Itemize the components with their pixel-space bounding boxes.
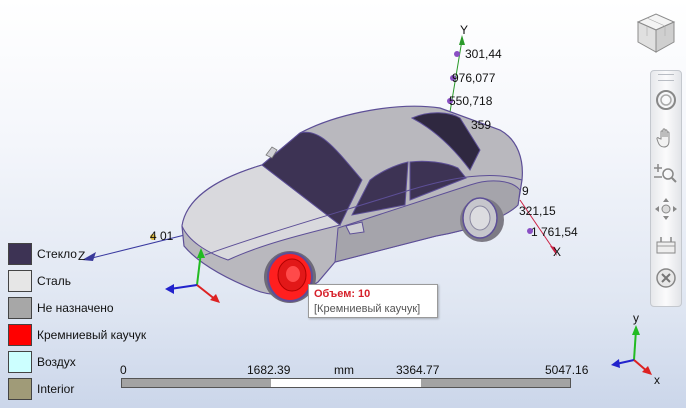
toolbar-grip[interactable] bbox=[658, 74, 674, 81]
scale-segment bbox=[122, 379, 271, 387]
y-tick-label: 301,44 bbox=[465, 47, 502, 61]
zoom-icon[interactable] bbox=[654, 161, 678, 185]
triad-x-label: x bbox=[654, 373, 660, 387]
car-model[interactable] bbox=[181, 105, 523, 303]
legend-swatch bbox=[8, 297, 32, 319]
y-axis-label: Y bbox=[460, 23, 468, 37]
pan-hand-icon[interactable] bbox=[654, 126, 678, 150]
scale-segment bbox=[271, 379, 421, 387]
3d-viewport[interactable]: Y X Z 301,44 976,077 550,718 359 9 321,1… bbox=[0, 0, 686, 408]
y-tick-label: 976,077 bbox=[452, 71, 496, 85]
z-tick-label: 4 01 bbox=[150, 229, 174, 243]
sectioning-icon[interactable] bbox=[654, 233, 678, 257]
scale-segment bbox=[421, 379, 570, 387]
tooltip-material: [Кремниевый каучук] bbox=[314, 303, 421, 315]
legend-swatch bbox=[8, 243, 32, 265]
triad-y-label: y bbox=[633, 312, 639, 325]
y-tick-label: 550,718 bbox=[449, 94, 493, 108]
legend-label: Interior bbox=[37, 382, 75, 396]
legend-item[interactable]: Стекло bbox=[8, 243, 198, 265]
navigation-toolbar bbox=[650, 70, 682, 307]
legend-swatch bbox=[8, 324, 32, 346]
scale-tick-1: 1682.39 bbox=[247, 363, 291, 377]
legend-swatch bbox=[8, 351, 32, 373]
legend-swatch bbox=[8, 378, 32, 400]
selection-tooltip: Объем: 10 [Кремниевый каучук] bbox=[308, 284, 438, 318]
rear-wheel-hub bbox=[469, 205, 491, 231]
close-x-icon[interactable] bbox=[654, 266, 678, 290]
legend-label: Воздух bbox=[37, 355, 76, 369]
view-cube[interactable] bbox=[632, 8, 678, 56]
scale-tick-3: 5047.16 bbox=[545, 363, 589, 377]
orbit-icon[interactable] bbox=[654, 88, 678, 112]
legend-label: Не назначено bbox=[37, 301, 114, 315]
y-tick-label: 359 bbox=[471, 118, 491, 132]
legend-item[interactable]: Не назначено bbox=[8, 297, 198, 319]
legend-item[interactable]: Кремниевый каучук bbox=[8, 324, 198, 346]
x-tick-label: 9 bbox=[522, 184, 529, 198]
fly-navigate-icon[interactable] bbox=[654, 197, 678, 221]
scale-bar bbox=[121, 378, 571, 388]
tooltip-title: Объем: 10 bbox=[314, 288, 371, 300]
y-tick-dot bbox=[454, 51, 460, 57]
scale-unit: mm bbox=[334, 363, 354, 377]
legend-label: Стекло bbox=[37, 247, 77, 261]
legend-item[interactable]: Воздух bbox=[8, 351, 198, 373]
x-axis-label: X bbox=[553, 245, 561, 259]
x-tick-label: 321,15 bbox=[519, 204, 556, 218]
orientation-triad: y z x bbox=[611, 312, 660, 387]
legend-label: Кремниевый каучук bbox=[37, 328, 147, 342]
legend-item[interactable]: Сталь bbox=[8, 270, 198, 292]
scale-tick-2: 3364.77 bbox=[396, 363, 440, 377]
legend-label: Сталь bbox=[37, 274, 71, 288]
x-tick-label: 1 761,54 bbox=[531, 225, 578, 239]
scale-tick-0: 0 bbox=[120, 363, 127, 377]
legend-swatch bbox=[8, 270, 32, 292]
front-wheel-center bbox=[286, 266, 300, 282]
